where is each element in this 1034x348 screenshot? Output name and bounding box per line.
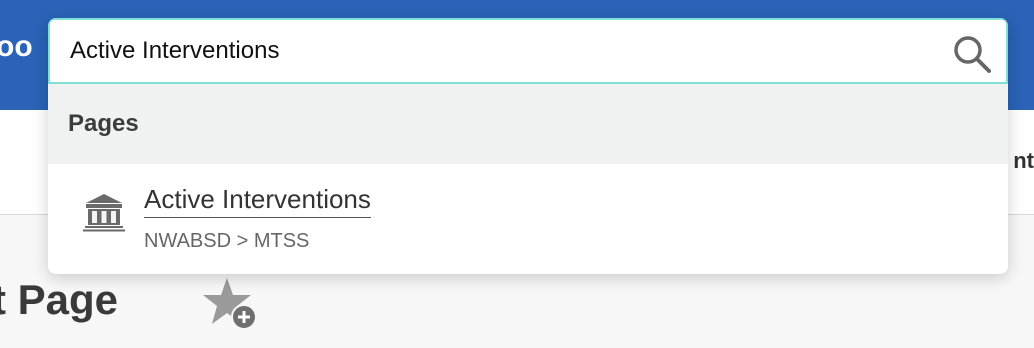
search-result-breadcrumb: NWABSD > MTSS <box>144 230 310 252</box>
site-logo-text[interactable]: oo <box>0 30 33 64</box>
page-title: t Page <box>0 276 119 323</box>
search-bar <box>48 18 1008 84</box>
search-result-item[interactable]: Active Interventions NWABSD > MTSS <box>48 164 1008 274</box>
results-section-header: Pages <box>48 84 1008 164</box>
results-section-label: Pages <box>68 110 139 137</box>
search-icon[interactable] <box>952 34 992 74</box>
search-input[interactable] <box>70 34 930 68</box>
building-icon <box>83 194 125 232</box>
nav-item-partial[interactable]: nt <box>1013 148 1034 174</box>
star-add-icon[interactable] <box>201 276 259 334</box>
search-dropdown: Pages Active Interventions NWABSD > MTSS <box>48 18 1008 274</box>
search-result-title[interactable]: Active Interventions <box>144 184 371 218</box>
